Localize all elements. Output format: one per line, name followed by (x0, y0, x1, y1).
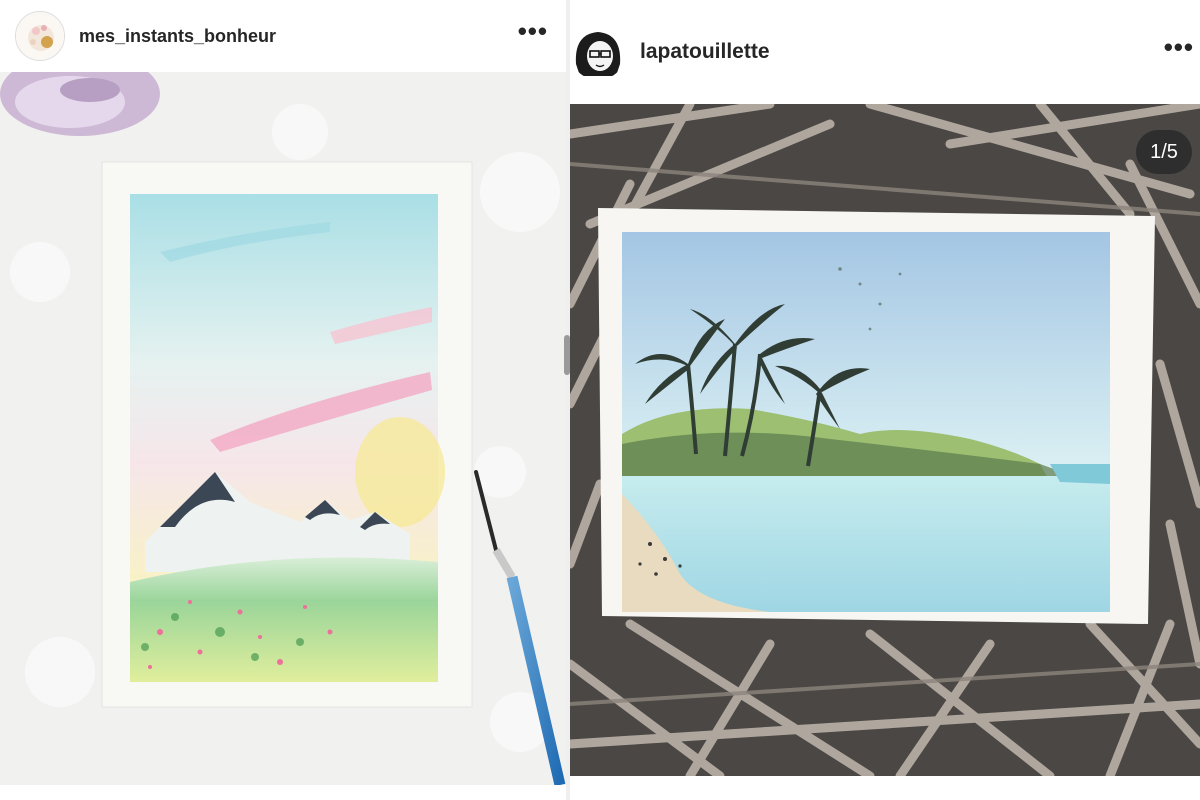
flower-avatar-icon[interactable] (15, 11, 65, 61)
post-mes-instants-bonheur: mes_instants_bonheur ••• (0, 0, 568, 800)
post-header: mes_instants_bonheur ••• (0, 0, 568, 72)
username[interactable]: mes_instants_bonheur (79, 26, 518, 47)
more-options-icon[interactable]: ••• (1164, 34, 1194, 70)
carousel-counter: 1/5 (1136, 130, 1192, 174)
post-photo[interactable] (0, 72, 568, 785)
post-lapatouillette: lapatouillette ••• (570, 0, 1200, 800)
post-photo[interactable] (570, 104, 1200, 776)
portrait-avatar-icon[interactable] (570, 24, 626, 80)
more-options-icon[interactable]: ••• (518, 18, 548, 54)
username[interactable]: lapatouillette (640, 40, 1164, 64)
post-header: lapatouillette ••• (570, 0, 1200, 104)
